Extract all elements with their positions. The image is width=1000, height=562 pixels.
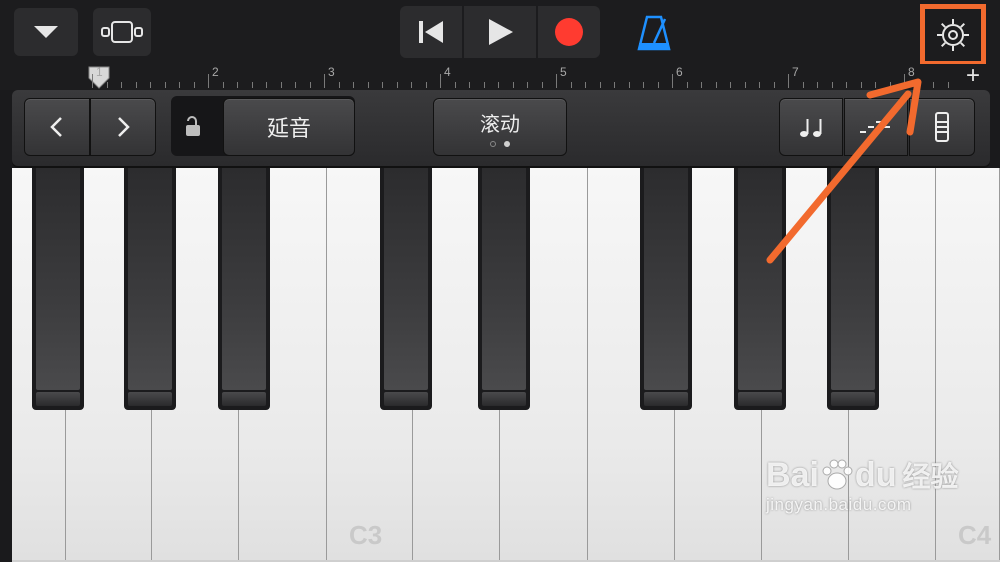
watermark-cn: 经验 [902, 461, 959, 492]
watermark-brand: Bai [766, 455, 819, 494]
baidu-watermark: Bai du 经验 jingyan.baidu.com [766, 455, 996, 535]
watermark-brand-2: du [854, 455, 897, 494]
watermark-url: jingyan.baidu.com [766, 495, 912, 514]
paw-icon [822, 459, 853, 490]
